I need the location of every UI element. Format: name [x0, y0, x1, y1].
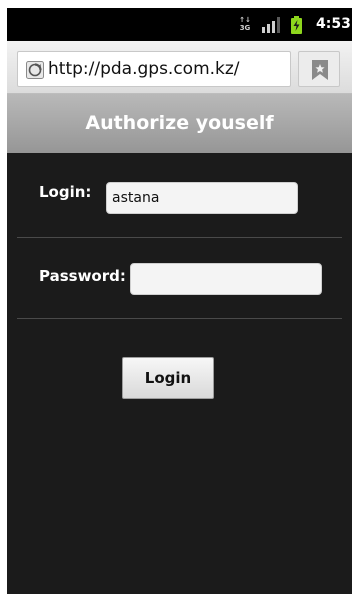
login-input[interactable] [106, 182, 298, 214]
globe-icon [26, 61, 44, 79]
login-row: Login: [17, 153, 342, 238]
login-button[interactable]: Login [122, 357, 214, 399]
browser-toolbar: http://pda.gps.com.kz/ [7, 41, 352, 94]
battery-charging-icon [291, 16, 302, 34]
password-input[interactable] [130, 263, 322, 295]
page-title: Authorize youself [85, 112, 274, 134]
phone-screen: ↑↓ 3G 4:53 http://pda.gps.com.kz/ Author… [7, 8, 352, 594]
url-text: http://pda.gps.com.kz/ [48, 59, 240, 79]
page-header: Authorize youself [7, 94, 352, 153]
password-label: Password: [39, 267, 126, 285]
status-bar: ↑↓ 3G 4:53 [7, 8, 352, 41]
clock: 4:53 [316, 16, 351, 32]
bookmark-button[interactable] [298, 51, 340, 87]
login-label: Login: [39, 183, 92, 201]
signal-strength-icon [262, 17, 280, 33]
password-row: Password: [17, 239, 342, 319]
network-type-label: 3G [239, 24, 251, 32]
network-3g-icon: ↑↓ 3G [239, 16, 251, 32]
bookmark-icon [312, 60, 328, 80]
url-field[interactable]: http://pda.gps.com.kz/ [17, 51, 291, 87]
